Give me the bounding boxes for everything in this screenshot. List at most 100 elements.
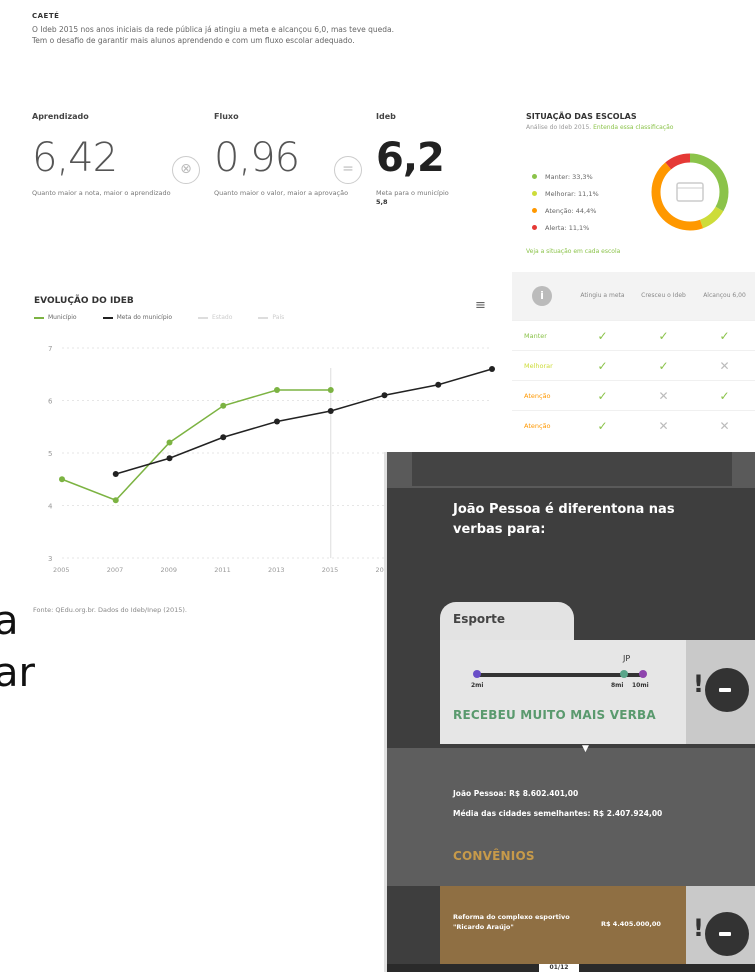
alert-icon: ! <box>693 914 704 942</box>
data-point <box>435 381 442 388</box>
check-icon: ✓ <box>658 358 669 373</box>
legend-meta[interactable]: Meta do município <box>102 314 172 321</box>
metric-label: Fluxo <box>214 112 239 121</box>
page-indicator: 01/12 <box>539 964 579 972</box>
legend-item-manter: Manter: 33,3% <box>532 168 642 185</box>
slide-text-fragment: a <box>0 598 19 644</box>
check-icon: ✓ <box>719 328 730 343</box>
metric-value: 6,42 <box>32 135 118 181</box>
phone-heading: João Pessoa é diferentona nas verbas par… <box>453 502 675 537</box>
jp-marker <box>620 670 628 678</box>
data-point <box>166 455 173 462</box>
x-tick-label: 2009 <box>161 566 178 574</box>
legend-swatch <box>258 316 269 319</box>
data-point <box>59 476 65 483</box>
table-header: i Atingiu a meta Cresceu o Ideb Alcançou… <box>512 272 755 320</box>
legend-estado[interactable]: Estado <box>197 314 233 321</box>
check-icon: ✓ <box>719 388 730 403</box>
row-label: Atenção <box>524 391 551 400</box>
meta-value: 5,8 <box>376 198 388 206</box>
metric-value: 6,2 <box>376 135 445 181</box>
legend-swatch <box>102 316 113 319</box>
check-icon: ✓ <box>597 358 608 373</box>
row-label: Atenção <box>524 421 551 430</box>
metric-note: Quanto maior o valor, maior a aprovação <box>214 189 349 197</box>
series-line <box>61 389 331 502</box>
minus-button[interactable] <box>705 668 749 712</box>
legend-label: Estado <box>211 314 233 321</box>
tab-esporte-label: Esporte <box>453 612 505 626</box>
donut-arcs <box>651 153 729 231</box>
convenio-value: R$ 4.405.000,00 <box>601 920 661 928</box>
info-icon[interactable]: i <box>532 286 552 306</box>
legend-pais[interactable]: País <box>258 314 284 321</box>
data-point <box>112 471 119 477</box>
metric-note: Meta para o município 5,8 <box>376 189 516 207</box>
metric-aprendizado: Aprendizado 6,42 Quanto maior a nota, ma… <box>32 112 172 198</box>
verba-status: RECEBEU MUITO MAIS VERBA <box>453 708 656 722</box>
y-tick-label: 7 <box>48 345 52 353</box>
data-point <box>220 434 227 441</box>
equals-icon: = <box>334 156 362 184</box>
chart-menu-icon[interactable]: ≡ <box>475 298 486 313</box>
intro-line-2: Tem o desafio de garantir mais alunos ap… <box>32 36 355 45</box>
cross-icon: ✕ <box>719 358 730 373</box>
data-point <box>220 402 227 409</box>
alert-icon: ! <box>693 670 704 698</box>
chart-legend: Município Meta do município Estado País <box>34 314 474 321</box>
schools-subtitle: Análise do Ideb 2015. Entenda essa class… <box>526 124 755 131</box>
metric-fluxo: Fluxo 0,96 Quanto maior o valor, maior a… <box>214 112 354 198</box>
legend-label: Alerta: 11,1% <box>545 223 590 232</box>
caret-down-icon: ▼ <box>582 744 589 754</box>
dashboard-header: CAETÉ O Ideb 2015 nos anos iniciais da r… <box>32 12 592 46</box>
row-label: Manter <box>524 331 547 340</box>
legend-label: Manter: 33,3% <box>545 172 593 181</box>
info-cell: i <box>512 286 572 306</box>
average-amount: Média das cidades semelhantes: R$ 2.407.… <box>453 809 663 818</box>
metric-ideb: Ideb 6,2 Meta para o município 5,8 <box>376 112 516 207</box>
x-tick-label: 2005 <box>53 566 70 574</box>
table-row[interactable]: Manter ✓ ✓ ✓ <box>512 320 755 350</box>
legend-swatch <box>197 316 208 319</box>
schools-subtitle-text: Análise do Ideb 2015. <box>526 124 592 131</box>
minus-button[interactable] <box>705 912 749 956</box>
calendar-icon <box>676 182 704 202</box>
y-tick-label: 6 <box>48 398 53 406</box>
phone-screenshot: João Pessoa é diferentona nas verbas par… <box>384 452 755 972</box>
schools-criteria-table: i Atingiu a meta Cresceu o Ideb Alcançou… <box>512 272 755 440</box>
slide-text-fragment: ar <box>0 650 35 696</box>
check-icon: ✓ <box>658 328 669 343</box>
table-row[interactable]: Atenção ✓ ✕ ✓ <box>512 380 755 410</box>
legend-item-alerta: Alerta: 11,1% <box>532 219 642 236</box>
max-label: 10mi <box>632 682 649 689</box>
column-header: Alcançou 6,00 <box>703 292 746 299</box>
legend-label: País <box>272 314 285 321</box>
check-icon: ✓ <box>597 418 608 433</box>
meta-label: Meta para o município <box>376 189 449 197</box>
table-row[interactable]: Atenção ✓ ✕ ✕ <box>512 410 755 440</box>
table-row[interactable]: Melhorar ✓ ✓ ✕ <box>512 350 755 380</box>
x-tick-label: 2015 <box>322 566 339 574</box>
schools-legend: Manter: 33,3% Melhorar: 11,1% Atenção: 4… <box>532 168 642 236</box>
data-point <box>166 439 173 446</box>
schools-donut-chart <box>651 153 729 231</box>
metrics-panel: Aprendizado 6,42 Quanto maior a nota, ma… <box>32 112 502 242</box>
data-point <box>274 387 280 393</box>
data-point <box>327 387 334 393</box>
legend-label: Município <box>48 314 77 321</box>
times-icon: ⊗ <box>172 156 200 184</box>
classification-link[interactable]: Entenda essa classificação <box>593 124 673 131</box>
metric-value: 0,96 <box>214 135 300 181</box>
data-point <box>327 408 334 414</box>
legend-municipio[interactable]: Município <box>34 314 77 321</box>
data-point <box>274 418 280 425</box>
y-tick-label: 5 <box>48 450 52 458</box>
legend-item-atencao: Atenção: 44,4% <box>532 202 642 219</box>
jp-marker-label: JP <box>623 654 631 663</box>
data-point <box>489 366 495 372</box>
convenios-heading: CONVÊNIOS <box>453 849 535 863</box>
cross-icon: ✕ <box>658 418 669 433</box>
x-tick-label: 2007 <box>107 566 124 574</box>
evolution-title: EVOLUÇÃO DO IDEB <box>34 296 134 306</box>
see-schools-link[interactable]: Veja a situação em cada escola <box>526 248 620 255</box>
